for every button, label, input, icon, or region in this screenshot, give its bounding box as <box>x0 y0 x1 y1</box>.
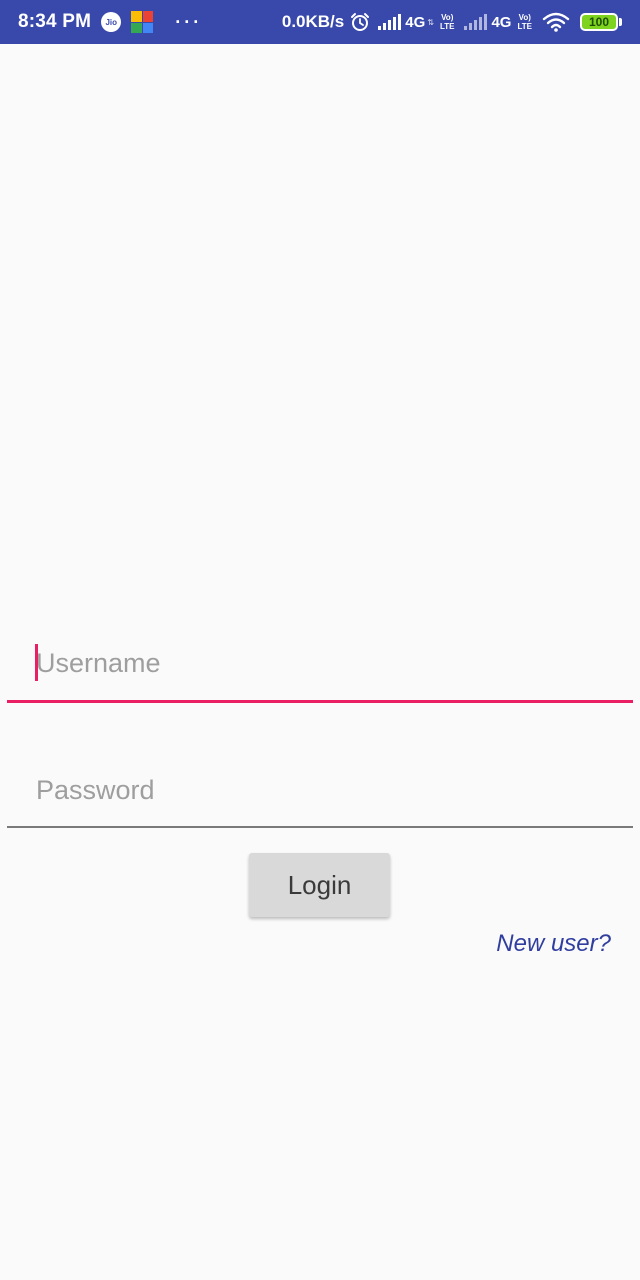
network-speed: 0.0KB/s <box>281 12 345 31</box>
battery-icon: 100 <box>580 13 618 31</box>
text-cursor <box>35 644 38 681</box>
volte-bottom-label: LTE <box>439 22 455 31</box>
login-button[interactable]: Login <box>249 853 390 917</box>
status-bar-left: 8:34 PM Jio ··· <box>18 11 202 33</box>
jio-icon: Jio <box>101 12 122 32</box>
volte-top-label: Vo) <box>441 13 454 22</box>
password-underline <box>7 826 633 828</box>
app-grid-icon <box>131 11 154 33</box>
signal-icon <box>464 14 488 30</box>
wifi-icon <box>542 12 570 32</box>
password-input[interactable] <box>7 762 633 818</box>
more-notifications-icon: ··· <box>175 11 203 32</box>
sim2-network-type: 4G <box>491 13 512 31</box>
status-time: 8:34 PM <box>18 11 92 32</box>
battery-tip <box>619 18 622 26</box>
username-input[interactable] <box>7 635 633 691</box>
status-bar-right: 0.0KB/s 4G ⇅ Vo) LTE 4G Vo) LTE 100 <box>282 12 622 32</box>
password-field-container <box>7 762 633 828</box>
status-bar: 8:34 PM Jio ··· 0.0KB/s 4G ⇅ Vo) LTE 4G … <box>0 0 640 44</box>
data-activity-icon: ⇅ <box>427 17 434 27</box>
username-underline <box>7 700 633 703</box>
volte-icon: Vo) LTE <box>440 13 455 31</box>
sim1-network-type: 4G <box>405 13 426 31</box>
alarm-icon <box>350 12 370 32</box>
username-field-container <box>7 635 633 703</box>
volte-bottom-label: LTE <box>517 22 532 31</box>
new-user-link[interactable]: New user? <box>496 930 611 958</box>
volte-top-label: Vo) <box>518 13 531 22</box>
volte-icon: Vo) LTE <box>517 13 532 31</box>
signal-icon <box>378 14 402 30</box>
battery-level: 100 <box>588 15 610 29</box>
